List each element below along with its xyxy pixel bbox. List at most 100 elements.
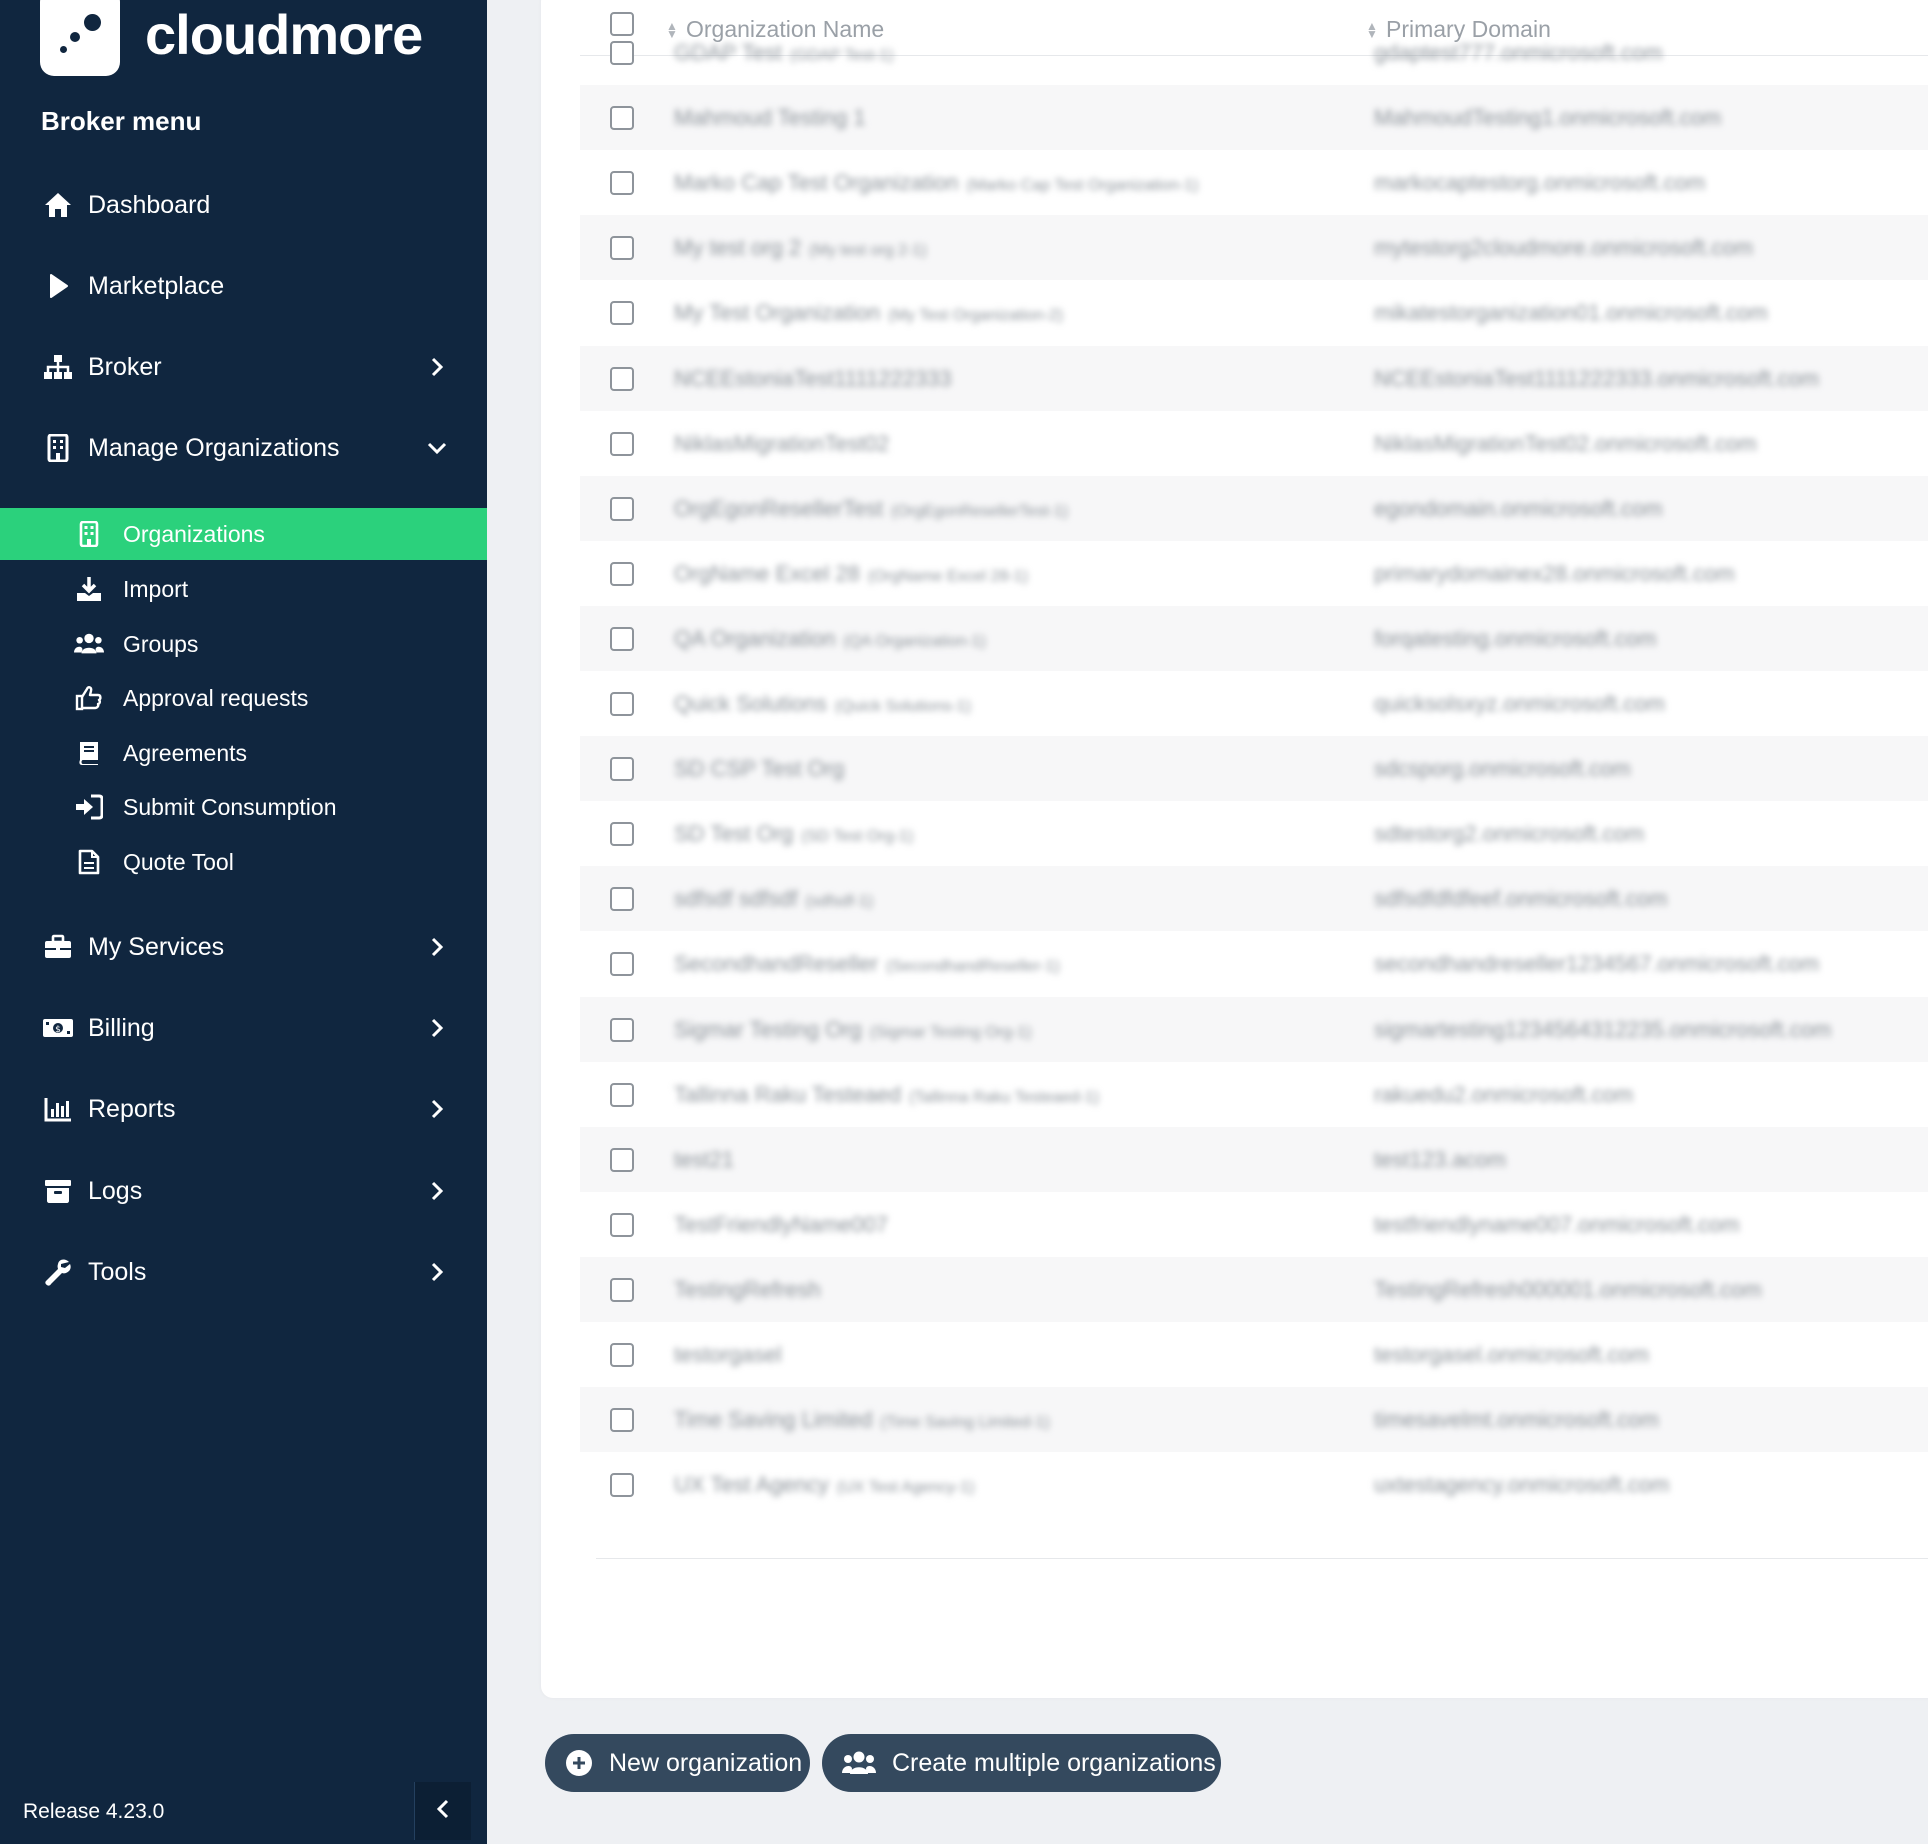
primary-domain-cell: testorgasel.onmicrosoft.com xyxy=(1374,1342,1650,1367)
money-bill-icon: $ xyxy=(42,1014,74,1042)
row-checkbox[interactable] xyxy=(610,626,634,651)
table-row[interactable]: Tallinna Raku Testeaed (Tallinna Raku Tes… xyxy=(580,1062,1928,1127)
organization-alias: (OrgEgonResellerTest-1) xyxy=(891,502,1069,520)
row-checkbox[interactable] xyxy=(610,1473,634,1498)
new-organization-button[interactable]: New organization xyxy=(545,1734,810,1792)
organization-name-cell[interactable]: NCEEstoniaTest1111222333 xyxy=(674,366,960,392)
collapse-sidebar-button[interactable] xyxy=(414,1782,471,1840)
row-checkbox[interactable] xyxy=(610,301,634,326)
table-row[interactable]: testorgasel testorgasel.onmicrosoft.com xyxy=(580,1322,1928,1387)
organization-name-cell[interactable]: Quick Solutions (Quick Solutions-1) xyxy=(674,691,971,717)
organization-name-cell[interactable]: Marko Cap Test Organization (Marko Cap Te… xyxy=(674,170,1198,196)
organization-alias: (Tallinna Raku Testeaed-1) xyxy=(909,1088,1100,1106)
subnav-agreements[interactable]: Agreements xyxy=(0,727,487,779)
row-checkbox[interactable] xyxy=(610,106,634,131)
row-checkbox[interactable] xyxy=(610,496,634,521)
nav-manage-organizations[interactable]: Manage Organizations xyxy=(0,423,487,473)
organization-name-cell[interactable]: My Test Organization (My Test Organizatio… xyxy=(674,300,1063,326)
row-checkbox[interactable] xyxy=(610,1343,634,1367)
nav-dashboard[interactable]: Dashboard xyxy=(0,180,487,230)
table-row[interactable]: sdfsdf sdfsdf (sdfsdf-1) sdfsdfdfdfeef.onm… xyxy=(580,866,1928,932)
nav-billing[interactable]: $ Billing xyxy=(0,1003,487,1053)
organization-name-cell[interactable]: SD CSP Test Org xyxy=(674,756,852,782)
subnav-organizations[interactable]: Organizations xyxy=(0,508,487,560)
nav-tools[interactable]: Tools xyxy=(0,1247,487,1297)
organization-name-cell[interactable]: OrgName Excel 28 (OrgName Excel 28-1) xyxy=(674,561,1028,587)
table-row[interactable]: UX Test Agency (UX Test Agency-1) uxtestag… xyxy=(580,1452,1928,1517)
organization-name-cell[interactable]: Sigmar Testing Org (Sigmar Testing Org-1) xyxy=(674,1017,1031,1043)
download-icon xyxy=(74,576,104,602)
organization-name-cell[interactable]: TestingRefresh xyxy=(674,1277,829,1303)
table-row[interactable]: GDAP Test (GDAP Test-1) gdaptest777.onmicr… xyxy=(580,20,1928,85)
row-checkbox[interactable] xyxy=(610,1082,634,1107)
table-row[interactable]: Marko Cap Test Organization (Marko Cap Te… xyxy=(580,150,1928,215)
organization-name-cell[interactable]: Time Saving Limited (Time Saving Limited-… xyxy=(674,1407,1050,1433)
row-checkbox[interactable] xyxy=(610,41,634,65)
table-row[interactable]: NiklasMigrationTest02 NiklasMigrationTest… xyxy=(580,411,1928,476)
row-checkbox[interactable] xyxy=(610,757,634,782)
cloudmore-logo[interactable] xyxy=(40,0,120,76)
row-checkbox[interactable] xyxy=(610,887,634,912)
row-checkbox[interactable] xyxy=(610,1277,634,1302)
organization-name-cell[interactable]: TestFriendlyName007 xyxy=(674,1212,896,1238)
organization-name-cell[interactable]: QA Organization (QA Organization-1) xyxy=(674,626,986,652)
row-checkbox[interactable] xyxy=(610,236,634,261)
table-row[interactable]: TestingRefresh TestingRefresh000001.onmic… xyxy=(580,1256,1928,1322)
table-row[interactable]: SecondhandReseller (SecondhandReseller-1)… xyxy=(580,931,1928,996)
nav-broker[interactable]: Broker xyxy=(0,342,487,392)
row-checkbox[interactable] xyxy=(610,1212,634,1237)
organization-name-cell[interactable]: OrgEgonResellerTest (OrgEgonResellerTest-… xyxy=(674,496,1068,522)
row-checkbox[interactable] xyxy=(610,171,634,196)
table-row[interactable]: TestFriendlyName007 testfriendlyname007.o… xyxy=(580,1192,1928,1257)
table-row[interactable]: NCEEstoniaTest1111222333 NCEEstoniaTest11… xyxy=(580,345,1928,411)
table-row[interactable]: test21 test123.acom xyxy=(580,1126,1928,1192)
organization-name-cell[interactable]: UX Test Agency (UX Test Agency-1) xyxy=(674,1472,974,1498)
organization-name: TestingRefresh xyxy=(674,1276,821,1302)
organization-name-cell[interactable]: test21 xyxy=(674,1147,742,1173)
table-row[interactable]: SD Test Org (SD Test Org-1) sdtestorg2.onm… xyxy=(580,801,1928,866)
subnav-quote-tool[interactable]: Quote Tool xyxy=(0,836,487,888)
organization-name-cell[interactable]: Tallinna Raku Testeaed (Tallinna Raku Tes… xyxy=(674,1082,1099,1108)
subnav-groups[interactable]: Groups xyxy=(0,618,487,670)
subnav-approval-requests-label: Approval requests xyxy=(123,684,309,711)
table-row[interactable]: SD CSP Test Org sdcsporg.onmicrosoft.com xyxy=(580,736,1928,802)
row-checkbox[interactable] xyxy=(610,1017,634,1042)
organization-name-cell[interactable]: My test org 2 (My test org 2-1) xyxy=(674,235,927,261)
row-checkbox[interactable] xyxy=(610,1408,634,1433)
row-checkbox[interactable] xyxy=(610,692,634,716)
nav-reports[interactable]: Reports xyxy=(0,1084,487,1134)
table-row[interactable]: OrgName Excel 28 (OrgName Excel 28-1) prim… xyxy=(580,541,1928,606)
row-checkbox[interactable] xyxy=(610,952,634,977)
table-row[interactable]: Sigmar Testing Org (Sigmar Testing Org-1)… xyxy=(580,996,1928,1062)
table-row[interactable]: Quick Solutions (Quick Solutions-1) quicks… xyxy=(580,671,1928,736)
primary-domain-cell: forqatesting.onmicrosoft.com xyxy=(1374,625,1657,651)
row-checkbox[interactable] xyxy=(610,561,634,586)
row-checkbox[interactable] xyxy=(610,431,634,456)
row-checkbox[interactable] xyxy=(610,366,634,391)
subnav-submit-consumption[interactable]: Submit Consumption xyxy=(0,781,487,833)
table-row[interactable]: Mahmoud Testing 1 MahmoudTesting1.onmicro… xyxy=(580,85,1928,151)
primary-domain-cell: testfriendlyname007.onmicrosoft.com xyxy=(1374,1211,1740,1237)
subnav-approval-requests[interactable]: Approval requests xyxy=(0,672,487,724)
table-row[interactable]: OrgEgonResellerTest (OrgEgonResellerTest-… xyxy=(580,475,1928,541)
nav-logs[interactable]: Logs xyxy=(0,1166,487,1216)
organization-name-cell[interactable]: SD Test Org (SD Test Org-1) xyxy=(674,821,913,847)
organization-name-cell[interactable]: NiklasMigrationTest02 xyxy=(674,431,897,457)
organization-name-cell[interactable]: GDAP Test (GDAP Test-1) xyxy=(674,40,893,66)
table-row[interactable]: Time Saving Limited (Time Saving Limited-… xyxy=(580,1387,1928,1453)
subnav-import[interactable]: Import xyxy=(0,563,487,615)
nav-my-services[interactable]: My Services xyxy=(0,922,487,972)
organization-name-cell[interactable]: SecondhandReseller (SecondhandReseller-1) xyxy=(674,951,1060,977)
create-multiple-organizations-button[interactable]: Create multiple organizations xyxy=(822,1734,1221,1792)
organization-name-cell[interactable]: sdfsdf sdfsdf (sdfsdf-1) xyxy=(674,886,873,912)
table-row[interactable]: My Test Organization (My Test Organizatio… xyxy=(580,280,1928,345)
organization-name-cell[interactable]: testorgasel xyxy=(674,1342,790,1368)
table-row[interactable]: QA Organization (QA Organization-1) forqat… xyxy=(580,605,1928,671)
organization-name: My test org 2 xyxy=(674,235,802,261)
row-checkbox[interactable] xyxy=(610,1147,634,1172)
svg-text:$: $ xyxy=(55,1025,61,1035)
table-row[interactable]: My test org 2 (My test org 2-1) mytestorg2… xyxy=(580,215,1928,281)
organization-name-cell[interactable]: Mahmoud Testing 1 xyxy=(674,105,874,131)
row-checkbox[interactable] xyxy=(610,822,634,847)
nav-marketplace[interactable]: Marketplace xyxy=(0,261,487,311)
